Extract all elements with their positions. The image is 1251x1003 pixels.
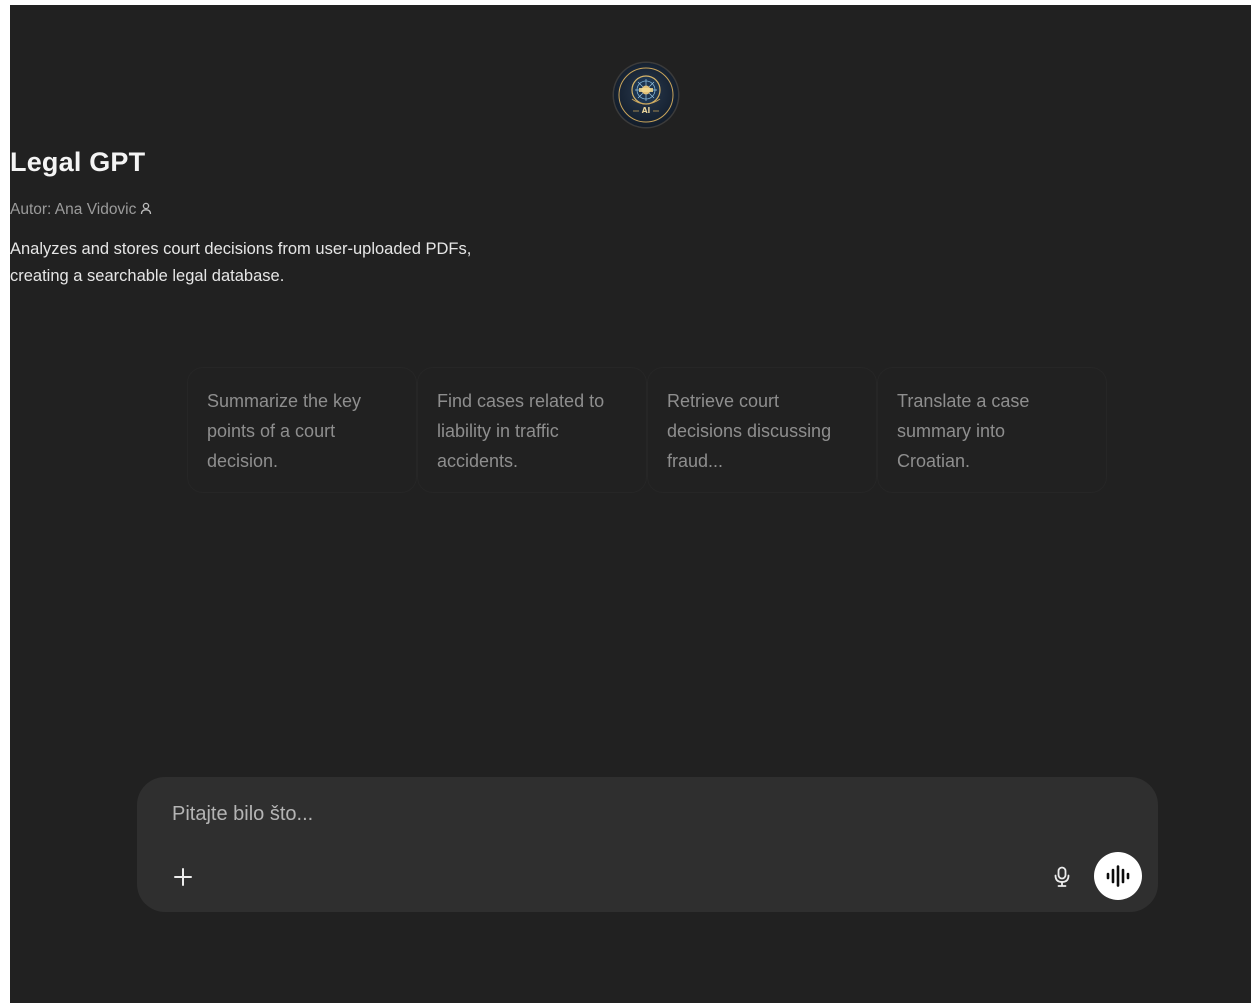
gpt-description: Analyzes and stores court decisions from… — [10, 236, 1251, 290]
starter-label: Summarize the key points of a court deci… — [207, 391, 362, 471]
description-line-1: Analyzes and stores court decisions from… — [10, 240, 472, 258]
message-input[interactable] — [172, 797, 1032, 831]
voice-mode-button[interactable] — [1094, 852, 1142, 900]
logo-text: AI — [642, 106, 651, 115]
starter-label: Find cases related to liability in traff… — [437, 391, 605, 471]
starter-label: Translate a case summary into Croatian. — [897, 391, 1030, 471]
starter-card-4[interactable]: Translate a case summary into Croatian. — [877, 367, 1107, 493]
gpt-logo-icon: AI — [618, 67, 674, 123]
starter-label: Retrieve court decisions discussing frau… — [667, 391, 832, 471]
voice-waveform-icon — [1106, 865, 1130, 887]
author-label: Autor: Ana Vidovic — [10, 201, 137, 218]
description-line-2: creating a searchable legal database. — [10, 267, 285, 285]
starter-card-2[interactable]: Find cases related to liability in traff… — [417, 367, 647, 493]
plus-icon — [174, 868, 192, 886]
message-composer — [137, 777, 1158, 912]
starter-card-3[interactable]: Retrieve court decisions discussing frau… — [647, 367, 877, 493]
gpt-author: Autor: Ana Vidovic — [10, 201, 1251, 220]
dictate-button[interactable] — [1048, 863, 1076, 891]
gpt-logo: AI — [614, 63, 678, 127]
microphone-icon — [1054, 866, 1070, 887]
attach-button[interactable] — [169, 863, 197, 891]
gpt-title: Legal GPT — [10, 147, 146, 177]
app-frame: AI Legal GPT Autor: Ana Vidovic Analyzes… — [10, 5, 1251, 1003]
conversation-starters: Summarize the key points of a court deci… — [187, 367, 1107, 493]
person-icon — [140, 202, 152, 220]
starter-card-1[interactable]: Summarize the key points of a court deci… — [187, 367, 417, 493]
